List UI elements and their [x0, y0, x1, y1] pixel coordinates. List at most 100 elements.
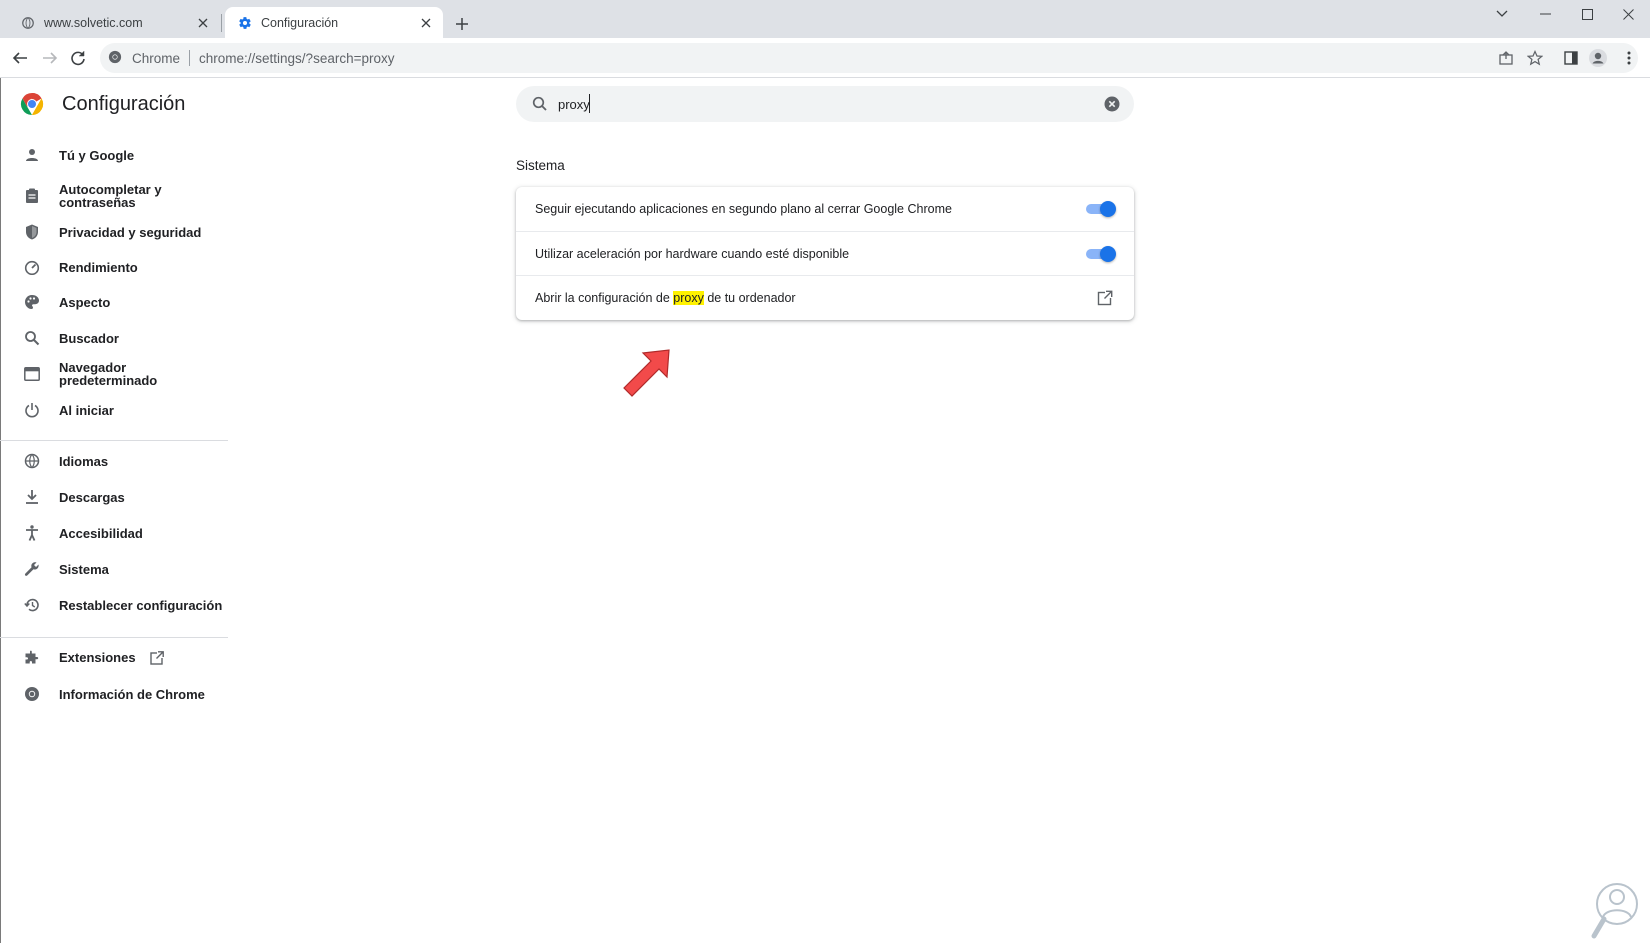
chip-label: Chrome — [132, 50, 181, 66]
watermark-logo — [1590, 880, 1640, 940]
sidebar-item-label: Navegador predeterminado — [59, 360, 158, 388]
sidebar-item-label: Buscador — [59, 330, 119, 346]
toolbar: Chrome chrome://settings/?search=proxy — [0, 38, 1650, 78]
sidebar-item-rendimiento[interactable]: Rendimiento — [0, 257, 228, 277]
sidebar-item-aspecto[interactable]: Aspecto — [0, 292, 228, 312]
sidebar-item-label: Autocompletar y contraseñas — [59, 183, 162, 209]
hardware-acceleration-toggle[interactable] — [1086, 246, 1116, 262]
globe-icon — [20, 15, 36, 31]
sidebar-item-label: Extensiones — [59, 651, 164, 666]
chevron-down-icon — [1496, 10, 1508, 17]
label-line-2: contraseñas — [59, 195, 136, 210]
toggle-knob — [1100, 201, 1116, 217]
sidebar-item-al-iniciar[interactable]: Al iniciar — [0, 400, 228, 420]
clear-icon — [1104, 96, 1120, 112]
sidebar-item-extensiones[interactable]: Extensiones — [0, 648, 228, 668]
clear-search-button[interactable] — [1104, 96, 1120, 112]
toggle-knob — [1100, 246, 1116, 262]
back-button[interactable] — [8, 46, 32, 70]
menu-button[interactable] — [1617, 46, 1641, 70]
back-arrow-icon — [12, 52, 27, 64]
close-window-button[interactable] — [1608, 0, 1648, 28]
tab-strip: www.solvetic.com Configuración — [0, 0, 1650, 38]
background-apps-toggle[interactable] — [1086, 201, 1116, 217]
maximize-icon — [1581, 8, 1593, 20]
search-icon — [530, 94, 550, 114]
search-input[interactable] — [558, 94, 1078, 114]
tab-search-button[interactable] — [1482, 0, 1522, 28]
tab-configuracion[interactable]: Configuración — [225, 7, 443, 38]
reload-button[interactable] — [66, 46, 90, 70]
setting-row-proxy[interactable]: Abrir la configuración de proxy de tu or… — [516, 275, 1134, 319]
download-icon — [22, 487, 42, 507]
sidebar-item-navegador[interactable]: Navegador predeterminado — [0, 360, 228, 388]
kebab-menu-icon — [1627, 51, 1631, 65]
section-title: Sistema — [516, 158, 565, 173]
sidebar-item-informacion[interactable]: Información de Chrome — [0, 684, 228, 704]
puzzle-icon — [22, 648, 42, 668]
sidebar-item-label: Privacidad y seguridad — [59, 224, 202, 240]
close-icon — [1622, 8, 1634, 20]
sidebar-item-autocompletar[interactable]: Autocompletar y contraseñas — [0, 181, 228, 211]
settings-card: Seguir ejecutando aplicaciones en segund… — [516, 187, 1134, 320]
sidebar-item-privacidad[interactable]: Privacidad y seguridad — [0, 222, 228, 242]
sidebar-item-tu-y-google[interactable]: Tú y Google — [0, 145, 228, 165]
sidebar-item-label: Información de Chrome — [59, 686, 205, 702]
tab-solvetic[interactable]: www.solvetic.com — [8, 7, 220, 38]
label-text: de tu ordenador — [703, 290, 796, 305]
maximize-button[interactable] — [1567, 0, 1607, 28]
page-title: Configuración — [62, 92, 186, 115]
url-text: chrome://settings/?search=proxy — [199, 50, 395, 66]
sidebar-item-idiomas[interactable]: Idiomas — [0, 451, 228, 471]
speedometer-icon — [22, 257, 42, 277]
minimize-button[interactable] — [1525, 0, 1565, 28]
accessibility-icon — [22, 523, 42, 543]
sidebar-item-label: Rendimiento — [59, 259, 138, 275]
share-button[interactable] — [1494, 46, 1518, 70]
profile-button[interactable] — [1586, 46, 1610, 70]
pointer-arrow-annotation — [620, 344, 700, 404]
search-highlight: proxy — [673, 290, 704, 305]
sidebar-item-accesibilidad[interactable]: Accesibilidad — [0, 523, 228, 543]
sidebar-divider — [0, 637, 228, 638]
sidebar-item-label: Restablecer configuración — [59, 597, 223, 613]
setting-label: Utilizar aceleración por hardware cuando… — [535, 246, 850, 261]
minimize-icon — [1539, 13, 1551, 15]
bookmark-button[interactable] — [1523, 46, 1547, 70]
sidebar-item-label: Descargas — [59, 489, 125, 505]
setting-row-hardware-acceleration[interactable]: Utilizar aceleración por hardware cuando… — [516, 231, 1134, 275]
tab-title: Configuración — [261, 15, 339, 30]
new-tab-button[interactable] — [451, 13, 473, 35]
avatar-icon — [1589, 49, 1607, 67]
close-icon[interactable] — [417, 14, 435, 32]
label-text: Abrir la configuración de — [535, 290, 674, 305]
sidebar-item-sistema[interactable]: Sistema — [0, 559, 228, 579]
forward-arrow-icon — [43, 52, 58, 64]
sidebar-divider — [0, 440, 228, 441]
side-panel-button[interactable] — [1559, 46, 1583, 70]
settings-search[interactable] — [516, 86, 1134, 122]
text-caret — [589, 94, 590, 113]
chrome-chip[interactable]: Chrome — [108, 50, 180, 66]
setting-label: Abrir la configuración de proxy de tu or… — [535, 290, 796, 305]
setting-row-background-apps[interactable]: Seguir ejecutando aplicaciones en segund… — [516, 187, 1134, 231]
chrome-icon — [22, 684, 42, 704]
setting-label: Seguir ejecutando aplicaciones en segund… — [535, 202, 952, 216]
search-icon — [22, 328, 42, 348]
gear-icon — [237, 15, 253, 31]
sidebar-item-descargas[interactable]: Descargas — [0, 487, 228, 507]
shield-icon — [22, 222, 42, 242]
tab-title: www.solvetic.com — [44, 15, 143, 30]
sidebar-item-label: Sistema — [59, 561, 109, 577]
sidebar-item-buscador[interactable]: Buscador — [0, 328, 228, 348]
forward-button[interactable] — [38, 46, 62, 70]
sidebar-item-restablecer[interactable]: Restablecer configuración — [0, 595, 228, 615]
sidebar-item-label: Accesibilidad — [59, 525, 143, 541]
close-icon[interactable] — [194, 14, 212, 32]
sidebar-item-label: Al iniciar — [59, 402, 114, 418]
open-in-new-icon[interactable] — [1097, 290, 1113, 306]
person-icon — [22, 145, 42, 165]
reload-icon — [71, 51, 85, 66]
palette-icon — [22, 292, 42, 312]
address-bar[interactable]: Chrome chrome://settings/?search=proxy — [100, 43, 1638, 73]
